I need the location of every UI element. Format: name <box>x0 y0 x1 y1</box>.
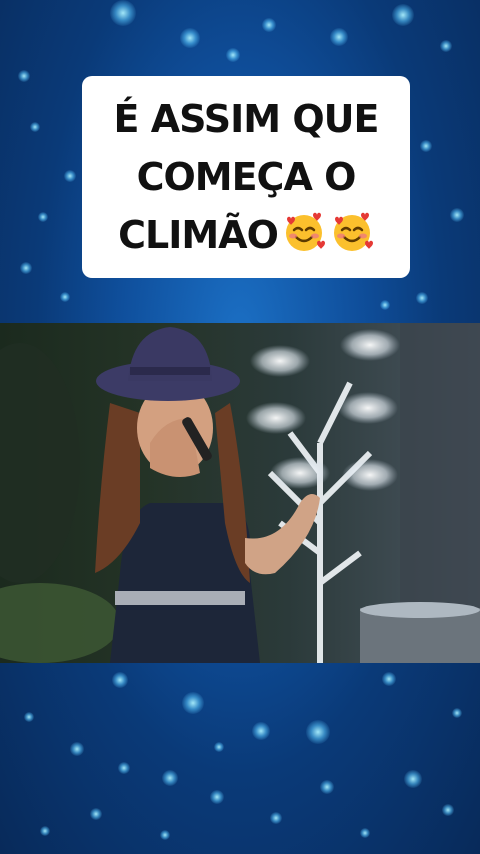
smiling-face-with-hearts-icon <box>333 212 373 251</box>
caption-card: É ASSIM QUE COMEÇA O CLIMÃO <box>82 76 410 278</box>
smiling-face-with-hearts-icon <box>285 212 325 251</box>
caption-line-3-text: CLIMÃO <box>118 213 279 257</box>
caption-line-3: CLIMÃO <box>118 206 374 264</box>
caption-line-1: É ASSIM QUE <box>113 97 380 141</box>
performer-video-frame[interactable] <box>0 323 480 663</box>
caption-line-2: COMEÇA O <box>136 155 357 199</box>
performer-scene-illustration <box>0 323 480 663</box>
